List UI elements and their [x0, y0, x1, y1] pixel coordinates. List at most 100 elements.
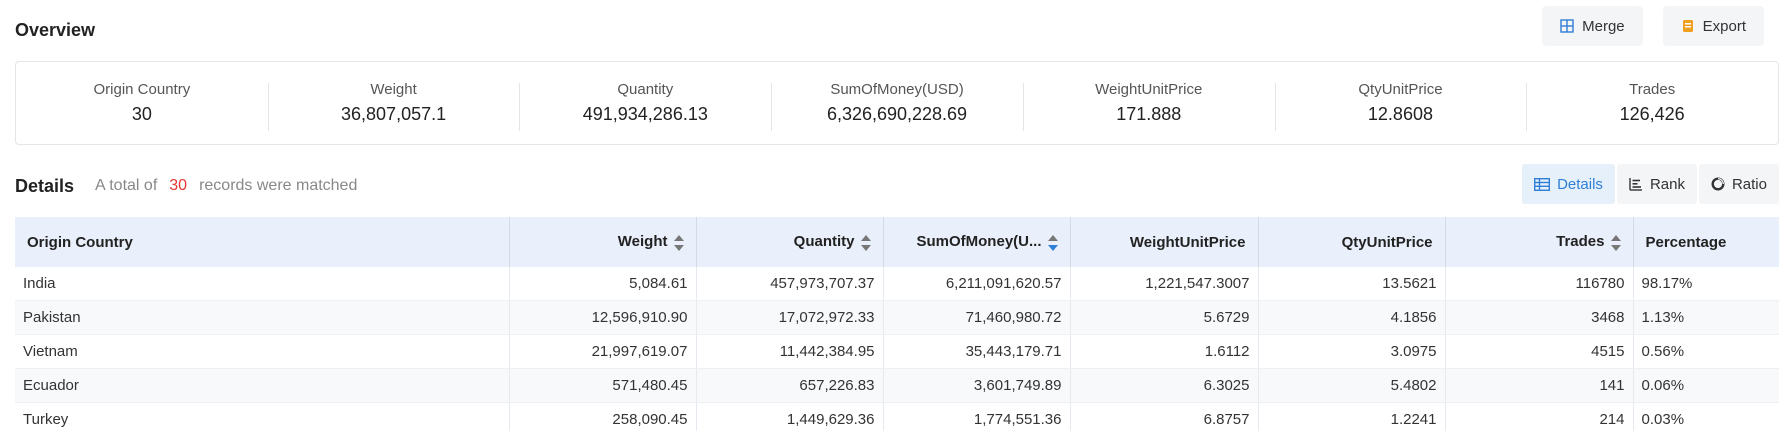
- cell-trades: 214: [1445, 402, 1634, 431]
- details-title: Details: [15, 176, 75, 196]
- cell-sum-of-money: 6,211,091,620.57: [883, 267, 1071, 301]
- col-label: WeightUnitPrice: [1129, 233, 1246, 251]
- stat-label: Quantity: [617, 81, 674, 98]
- stat-value: 6,326,690,228.69: [826, 104, 968, 124]
- cell-country: Ecuador: [15, 368, 510, 403]
- col-weight-unit-price[interactable]: WeightUnitPrice: [1070, 217, 1259, 267]
- cell-weight: 12,596,910.90: [509, 300, 697, 335]
- cell-quantity: 11,442,384.95: [696, 334, 884, 369]
- table-row[interactable]: Turkey 258,090.45 1,449,629.36 1,774,551…: [15, 402, 1779, 431]
- cell-sum-of-money: 1,774,551.36: [883, 402, 1071, 431]
- cell-trades: 116780: [1445, 267, 1634, 301]
- cell-weight: 571,480.45: [509, 368, 697, 403]
- col-trades[interactable]: Trades: [1445, 217, 1634, 267]
- cell-qty-unit-price: 1.2241: [1258, 402, 1446, 431]
- sort-icon[interactable]: [1610, 234, 1621, 251]
- export-button[interactable]: Export: [1662, 6, 1764, 46]
- col-quantity[interactable]: Quantity: [696, 217, 884, 267]
- cell-weight: 5,084.61: [509, 267, 697, 301]
- col-percentage[interactable]: Percentage: [1633, 217, 1779, 267]
- cell-percentage: 0.06%: [1633, 368, 1779, 403]
- cell-sum-of-money: 3,601,749.89: [883, 368, 1071, 403]
- col-label: Trades: [1556, 233, 1605, 251]
- cell-country: Pakistan: [15, 300, 510, 335]
- merge-button[interactable]: Merge: [1542, 6, 1643, 46]
- col-label: Percentage: [1645, 233, 1727, 251]
- tab-details[interactable]: Details: [1522, 164, 1615, 204]
- col-label: QtyUnitPrice: [1341, 233, 1433, 251]
- cell-trades: 4515: [1445, 334, 1634, 369]
- cell-quantity: 657,226.83: [696, 368, 884, 403]
- tab-ratio[interactable]: Ratio: [1698, 164, 1779, 204]
- col-qty-unit-price[interactable]: QtyUnitPrice: [1258, 217, 1446, 267]
- cell-qty-unit-price: 5.4802: [1258, 368, 1446, 403]
- top-bar: Overview Merge Export: [0, 0, 1792, 60]
- table-row[interactable]: Vietnam 21,997,619.07 11,442,384.95 35,4…: [15, 334, 1779, 369]
- col-sum-of-money[interactable]: SumOfMoney(U...: [883, 217, 1071, 267]
- cell-weight-unit-price: 1.6112: [1070, 334, 1259, 369]
- cell-country: India: [15, 267, 510, 301]
- details-table: Origin Country Weight Quantity SumOfMone…: [15, 217, 1779, 431]
- col-origin-country[interactable]: Origin Country: [15, 217, 510, 267]
- cell-quantity: 1,449,629.36: [696, 402, 884, 431]
- tab-rank-label: Rank: [1649, 175, 1685, 193]
- stat-sum-of-money: SumOfMoney(USD) 6,326,690,228.69: [771, 81, 1023, 131]
- sort-icon[interactable]: [860, 234, 871, 251]
- cell-quantity: 17,072,972.33: [696, 300, 884, 335]
- details-bar: Details A total of 30 records were matched…: [15, 164, 1779, 206]
- view-tabs: Details Rank Ratio: [1522, 164, 1779, 204]
- stat-quantity: Quantity 491,934,286.13: [519, 81, 771, 131]
- cell-percentage: 0.03%: [1633, 402, 1779, 431]
- summary-panel: Origin Country 30 Weight 36,807,057.1 Qu…: [15, 61, 1779, 145]
- cell-country: Turkey: [15, 402, 510, 431]
- cell-weight-unit-price: 1,221,547.3007: [1070, 267, 1259, 301]
- sort-icon[interactable]: [673, 234, 684, 251]
- cell-country: Vietnam: [15, 334, 510, 369]
- sort-desc-icon[interactable]: [1047, 234, 1058, 251]
- records-matched-text: A total of 30 records were matched: [95, 177, 357, 195]
- records-suffix: records were matched: [199, 177, 358, 194]
- merge-icon: [1560, 19, 1574, 33]
- cell-weight-unit-price: 6.3025: [1070, 368, 1259, 403]
- overview-title: Overview: [15, 20, 96, 40]
- cell-trades: 3468: [1445, 300, 1634, 335]
- cell-trades: 141: [1445, 368, 1634, 403]
- stat-weight: Weight 36,807,057.1: [267, 81, 520, 131]
- rank-icon: [1629, 178, 1642, 191]
- stat-value: 126,426: [1619, 104, 1685, 124]
- stat-label: SumOfMoney(USD): [830, 81, 964, 98]
- col-weight[interactable]: Weight: [509, 217, 697, 267]
- records-count: 30: [169, 177, 188, 194]
- stat-value: 30: [131, 104, 152, 124]
- col-label: Quantity: [793, 233, 855, 251]
- stat-label: Weight: [370, 81, 417, 98]
- cell-qty-unit-price: 4.1856: [1258, 300, 1446, 335]
- stat-value: 171.888: [1116, 104, 1182, 124]
- stat-trades: Trades 126,426: [1526, 81, 1778, 131]
- cell-sum-of-money: 35,443,179.71: [883, 334, 1071, 369]
- cell-percentage: 98.17%: [1633, 267, 1779, 301]
- table-row[interactable]: India 5,084.61 457,973,707.37 6,211,091,…: [15, 267, 1779, 301]
- tab-rank[interactable]: Rank: [1616, 164, 1697, 204]
- stat-label: WeightUnitPrice: [1095, 81, 1203, 98]
- cell-weight: 21,997,619.07: [509, 334, 697, 369]
- cell-qty-unit-price: 13.5621: [1258, 267, 1446, 301]
- table-row[interactable]: Pakistan 12,596,910.90 17,072,972.33 71,…: [15, 300, 1779, 335]
- cell-percentage: 0.56%: [1633, 334, 1779, 369]
- merge-label: Merge: [1582, 17, 1625, 35]
- export-label: Export: [1702, 17, 1746, 35]
- tab-ratio-label: Ratio: [1731, 175, 1767, 193]
- stat-label: QtyUnitPrice: [1358, 81, 1443, 98]
- stat-weight-unit-price: WeightUnitPrice 171.888: [1022, 81, 1275, 131]
- stat-label: Origin Country: [93, 81, 191, 98]
- cell-weight-unit-price: 5.6729: [1070, 300, 1259, 335]
- pie-chart-icon: [1711, 177, 1725, 191]
- stat-value: 491,934,286.13: [582, 104, 708, 124]
- cell-qty-unit-price: 3.0975: [1258, 334, 1446, 369]
- details-table-wrapper: Origin Country Weight Quantity SumOfMone…: [15, 217, 1779, 431]
- stat-value: 12.8608: [1367, 104, 1433, 124]
- export-icon: [1682, 20, 1693, 32]
- table-row[interactable]: Ecuador 571,480.45 657,226.83 3,601,749.…: [15, 368, 1779, 403]
- cell-weight: 258,090.45: [509, 402, 697, 431]
- cell-sum-of-money: 71,460,980.72: [883, 300, 1071, 335]
